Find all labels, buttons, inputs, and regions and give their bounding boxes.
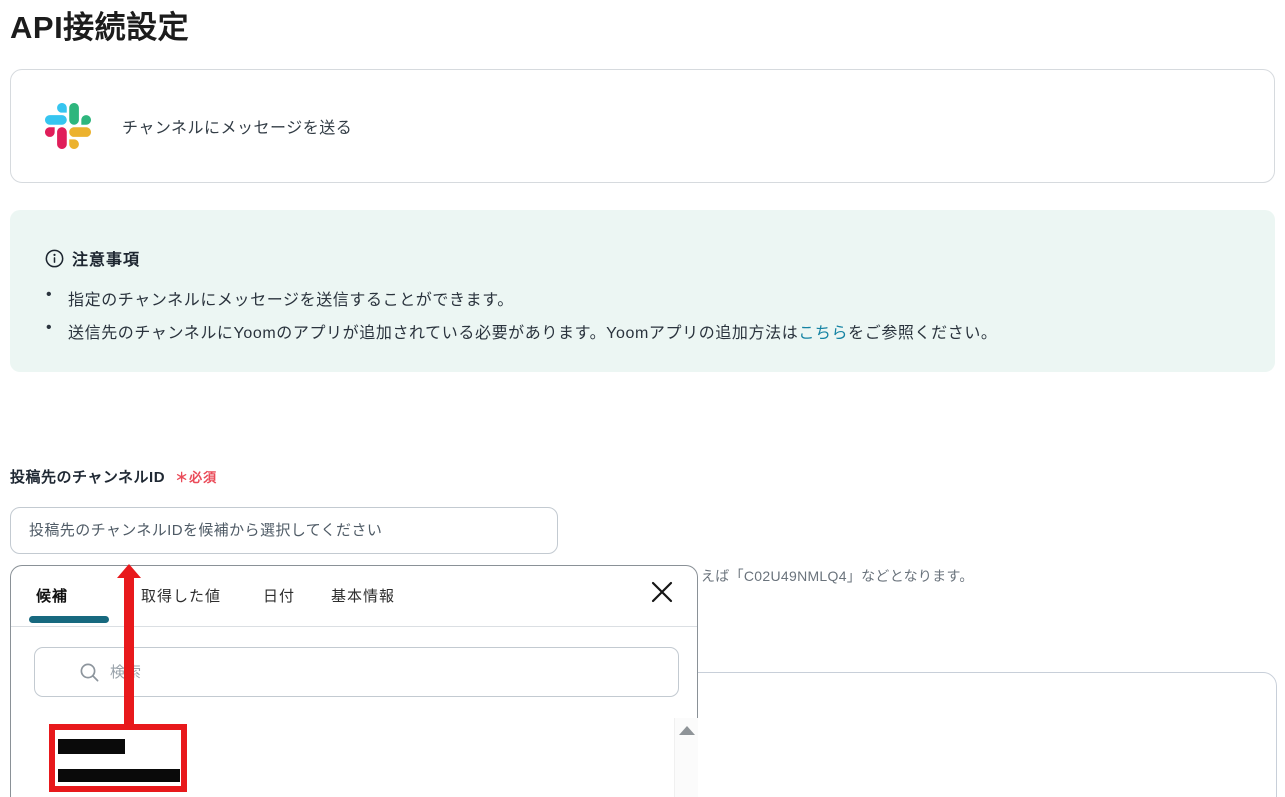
kochira-link[interactable]: こちら	[798, 325, 848, 342]
search-input[interactable]	[108, 663, 678, 682]
tab-divider	[11, 626, 697, 627]
field-hint-partial: えば「C02U49NMLQ4」などとなります。	[701, 566, 974, 586]
next-field-box[interactable]	[620, 672, 1277, 797]
action-card[interactable]: チャンネルにメッセージを送る	[10, 69, 1275, 183]
annotation-arrow-shaft	[124, 577, 134, 725]
field-label-text: 投稿先のチャンネルID	[10, 466, 165, 487]
close-icon[interactable]	[649, 579, 675, 605]
notice-bullet-text: 送信先のチャンネルにYoomのアプリが追加されている必要があります。Yoomアプ…	[68, 319, 998, 343]
notice-bullet: • 送信先のチャンネルにYoomのアプリが追加されている必要があります。Yoom…	[46, 319, 998, 343]
notice-title: 注意事項	[72, 246, 140, 270]
tab-kihon-jouhou[interactable]: 基本情報	[331, 585, 395, 606]
required-badge: ＊必須	[175, 467, 217, 486]
notice-bullet: • 指定のチャンネルにメッセージを送信することができます。	[46, 286, 998, 310]
annotation-arrow-head-icon	[117, 564, 141, 578]
notice-bullet-text: 指定のチャンネルにメッセージを送信することができます。	[68, 286, 514, 310]
channel-id-input[interactable]	[10, 507, 558, 554]
notice-list: • 指定のチャンネルにメッセージを送信することができます。 • 送信先のチャンネ…	[46, 286, 998, 352]
scroll-up-arrow-icon[interactable]	[679, 726, 695, 735]
tab-shutoku-shita-atai[interactable]: 取得した値	[141, 585, 221, 606]
api-connection-settings-page: API接続設定 チャンネルにメッセージを送る 注意事項 • 指定のチャンネルにメ…	[0, 0, 1285, 797]
search-icon	[79, 662, 100, 683]
slack-icon	[45, 103, 91, 149]
page-title: API接続設定	[10, 2, 189, 47]
action-card-title: チャンネルにメッセージを送る	[122, 114, 352, 138]
info-circle-icon	[45, 249, 64, 268]
active-tab-underline	[29, 616, 109, 623]
tab-kouho[interactable]: 候補	[36, 585, 68, 606]
notice-box: 注意事項 • 指定のチャンネルにメッセージを送信することができます。 • 送信先…	[10, 210, 1275, 372]
bullet-dot: •	[46, 319, 68, 343]
scrollbar[interactable]	[674, 718, 698, 797]
channel-id-field-label: 投稿先のチャンネルID ＊必須	[10, 466, 217, 487]
bullet-dot: •	[46, 286, 68, 310]
tab-hizuke[interactable]: 日付	[263, 585, 295, 606]
annotation-highlight-box	[49, 724, 187, 792]
